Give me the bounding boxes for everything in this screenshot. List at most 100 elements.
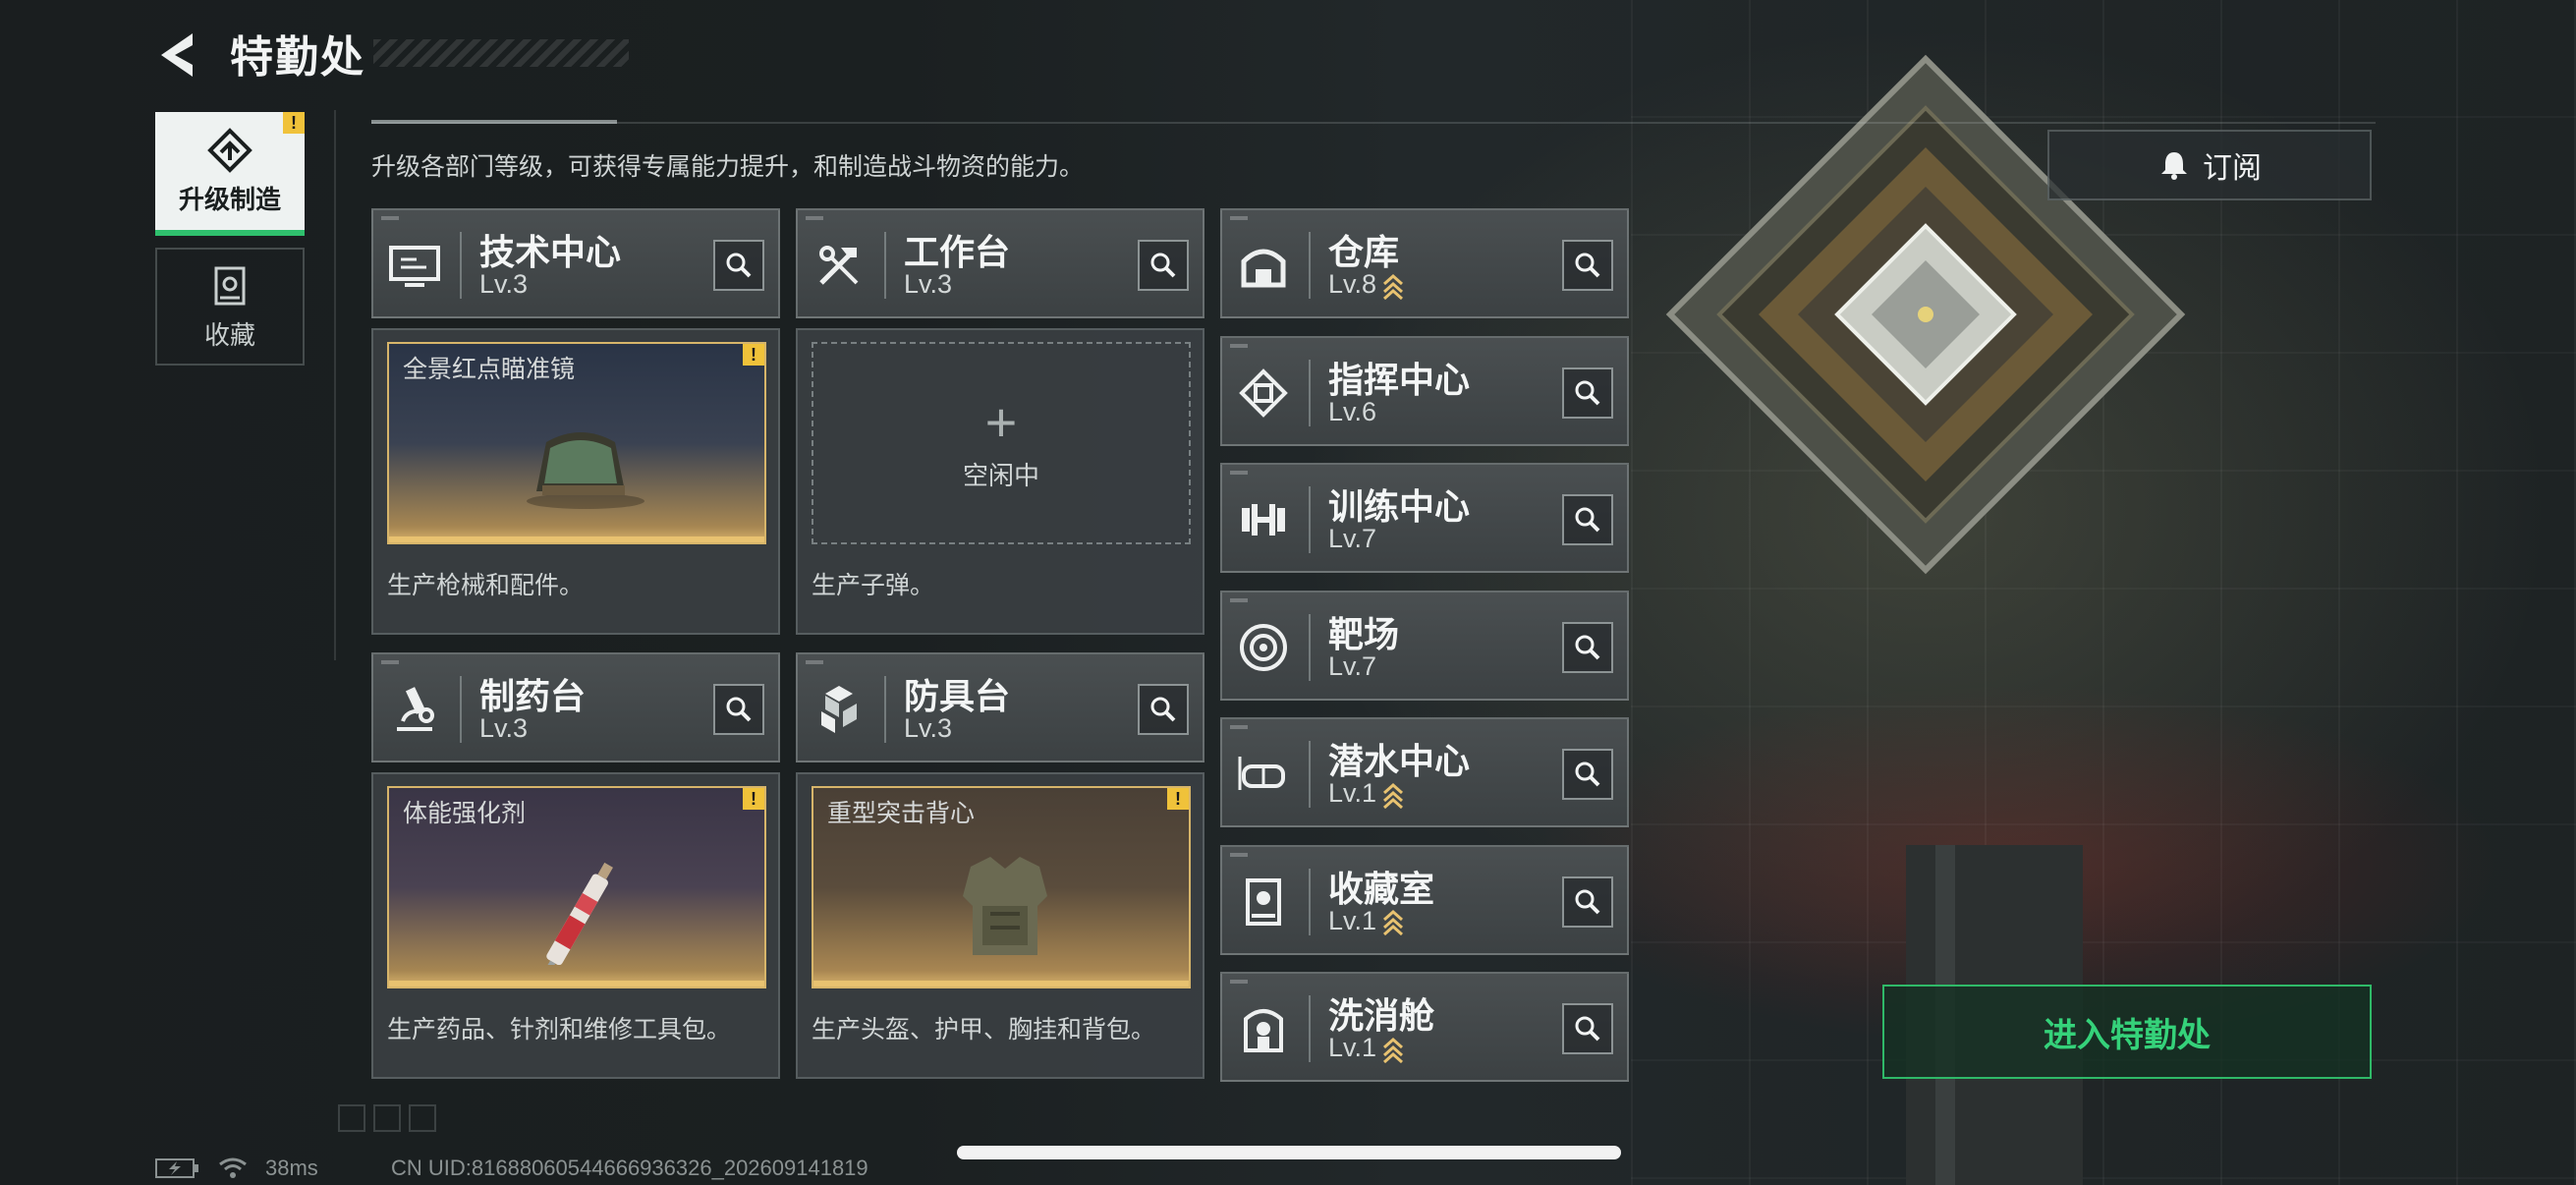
tab-collection[interactable]: 收藏 [155, 248, 305, 366]
divider [884, 676, 886, 743]
corner-mark [1230, 471, 1248, 475]
battery-icon [155, 1158, 198, 1178]
facility-card[interactable]: 潜水中心 Lv.1 [1220, 717, 1629, 827]
search-icon [1150, 253, 1176, 278]
search-button[interactable] [1562, 240, 1613, 291]
target-icon [1240, 623, 1287, 671]
subscribe-label: 订阅 [2203, 152, 2262, 185]
search-button[interactable] [713, 240, 764, 291]
alert-badge: ! [1167, 788, 1189, 810]
corner-mark [381, 216, 399, 220]
facility-level-text: Lv.1 [1328, 1033, 1377, 1062]
production-panel-workbench: + 空闲中 生产子弹。 [796, 328, 1204, 635]
subscribe-button[interactable]: 订阅 [2047, 130, 2372, 200]
station-level: Lv.3 [479, 713, 529, 743]
search-button[interactable] [1562, 875, 1613, 928]
station-armor-bench[interactable]: 防具台 Lv.3 [796, 652, 1204, 762]
title-decoration [373, 39, 629, 67]
progress-bar [389, 981, 764, 987]
search-button[interactable] [1562, 494, 1613, 545]
facility-card[interactable]: 仓库 Lv.8 [1220, 208, 1629, 318]
facility-card[interactable]: 收藏室 Lv.1 [1220, 844, 1629, 955]
search-icon [1575, 762, 1600, 787]
divider [1309, 613, 1311, 681]
progress-bar [389, 536, 764, 542]
upgrade-chevron-icon [1383, 910, 1404, 936]
facility-level-text: Lv.1 [1328, 778, 1377, 808]
divider [1309, 359, 1311, 426]
corner-mark [806, 216, 823, 220]
facility-card[interactable]: 靶场 Lv.7 [1220, 590, 1629, 701]
tab-upgrade-craft[interactable]: 升级制造 ! [155, 112, 305, 236]
syringe-image [542, 862, 613, 965]
dumbbell-icon [1242, 504, 1285, 536]
search-button[interactable] [1138, 240, 1189, 291]
assault-vest-image [963, 857, 1047, 955]
facility-card[interactable]: 洗消舱 Lv.1 [1220, 972, 1629, 1082]
facility-card[interactable]: 训练中心 Lv.7 [1220, 463, 1629, 573]
collection-icon [214, 266, 246, 305]
idle-label: 空闲中 [962, 460, 1039, 490]
search-icon [1575, 253, 1600, 278]
facility-name: 训练中心 [1328, 486, 1471, 527]
facility-name: 靶场 [1328, 613, 1400, 654]
divider [884, 232, 886, 299]
station-level: Lv.3 [479, 269, 529, 299]
side-divider [334, 110, 336, 660]
production-panel-pharmacy: 体能强化剂 ! 生产药品、针剂和维修工具包。 [371, 772, 780, 1079]
search-button[interactable] [1562, 749, 1613, 800]
monitor-icon [389, 246, 440, 287]
warehouse-icon [1241, 249, 1286, 288]
production-description: 生产子弹。 [812, 572, 935, 599]
production-slot[interactable]: 重型突击背心 ! [812, 786, 1191, 988]
enter-special-ops-button[interactable]: 进入特勤处 [1882, 985, 2372, 1079]
corner-mark [1230, 852, 1248, 857]
status-bar: 38ms [155, 1156, 318, 1181]
search-icon [1575, 889, 1600, 914]
corner-mark [381, 660, 399, 664]
product-name: 体能强化剂 [403, 800, 527, 827]
production-description: 生产枪械和配件。 [387, 572, 585, 599]
production-slot[interactable]: 全景红点瞄准镜 ! [387, 342, 766, 544]
facility-level: Lv.7 [1328, 651, 1376, 682]
station-workbench[interactable]: 工作台 Lv.3 [796, 208, 1204, 318]
search-button[interactable] [1562, 1003, 1613, 1054]
corner-mark [806, 660, 823, 664]
station-name: 制药台 [479, 676, 587, 716]
product-name: 全景红点瞄准镜 [403, 356, 576, 383]
search-button[interactable] [1138, 684, 1189, 735]
production-slot[interactable]: 体能强化剂 ! [387, 786, 766, 988]
tab-label: 升级制造 [178, 184, 281, 214]
divider [1309, 232, 1311, 299]
station-name: 防具台 [904, 676, 1011, 716]
search-icon [1575, 1016, 1600, 1042]
facility-name: 潜水中心 [1328, 741, 1471, 781]
armor-blocks-icon [821, 686, 857, 733]
search-icon [1575, 507, 1600, 533]
add-icon: + [984, 390, 1018, 453]
station-name: 工作台 [904, 232, 1011, 272]
upgrade-chevron-icon [1383, 1037, 1404, 1063]
search-icon [1575, 635, 1600, 659]
station-level: Lv.3 [904, 713, 953, 743]
search-button[interactable] [1562, 621, 1613, 673]
facility-level: Lv.7 [1328, 524, 1376, 554]
station-pharmacy[interactable]: 制药台 Lv.3 [371, 652, 780, 762]
facility-card[interactable]: 指挥中心 Lv.6 [1220, 335, 1629, 446]
station-tech-center[interactable]: 技术中心 Lv.3 [371, 208, 780, 318]
facility-level: Lv.1 [1328, 906, 1404, 936]
production-slot-empty[interactable]: + 空闲中 [812, 342, 1191, 544]
corner-mark [1230, 216, 1248, 220]
station-name: 技术中心 [479, 232, 622, 272]
bell-icon [2161, 152, 2187, 180]
facility-level: Lv.1 [1328, 1033, 1404, 1063]
back-arrow-icon[interactable] [153, 29, 204, 81]
search-button[interactable] [713, 684, 764, 735]
bottom-decoration [338, 1104, 436, 1134]
production-description: 生产药品、针剂和维修工具包。 [387, 1016, 732, 1044]
search-button[interactable] [1562, 367, 1613, 419]
production-panel-tech-center: 全景红点瞄准镜 ! 生产枪械和配件。 [371, 328, 780, 635]
search-icon [726, 253, 752, 278]
tab-label: 收藏 [203, 319, 255, 350]
home-indicator[interactable] [957, 1146, 1621, 1159]
